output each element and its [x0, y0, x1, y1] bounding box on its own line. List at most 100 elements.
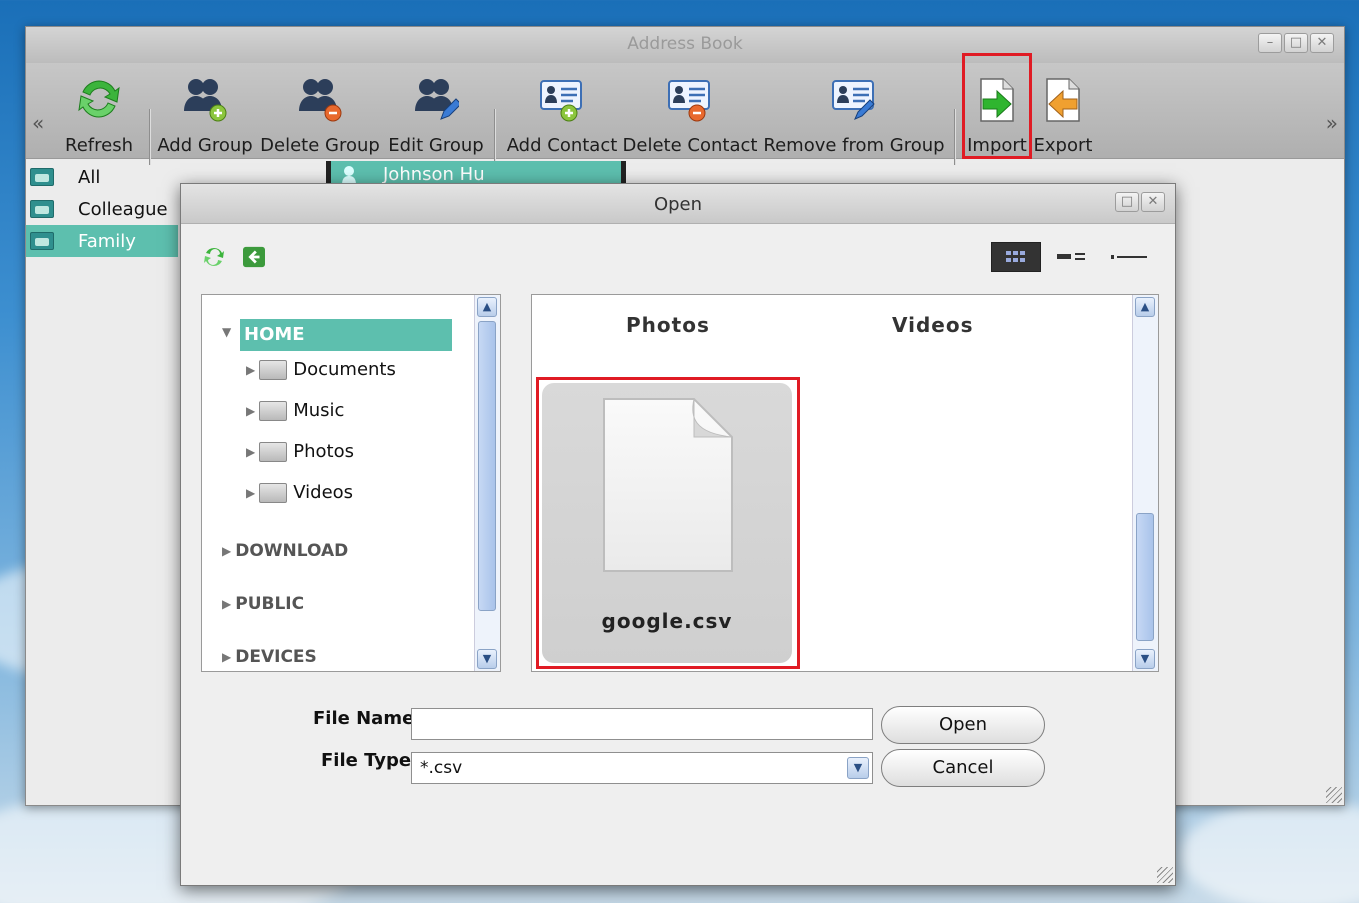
toolbar-label: Refresh [65, 135, 133, 156]
file-name-label: File Name [313, 708, 415, 729]
group-label: Colleague [78, 198, 168, 220]
resize-grip[interactable] [1326, 787, 1342, 803]
close-button[interactable]: ✕ [1141, 192, 1165, 212]
folder-icon [259, 359, 288, 380]
toolbar-label: Remove from Group [763, 135, 945, 156]
add-contact-icon [540, 80, 582, 122]
tree-scrollbar[interactable]: ▲ ▼ [474, 295, 500, 671]
toolbar-divider [494, 109, 495, 165]
toolbar-label: Delete Group [260, 135, 380, 156]
edit-group-icon [415, 79, 459, 120]
tree-item-documents[interactable]: ▶ Documents [246, 359, 396, 380]
chevron-down-icon[interactable]: ▼ [847, 757, 869, 779]
folder-tree: ▼ HOME ▶ Documents ▶ Music ▶ Photos ▶ Videos… [201, 294, 501, 672]
refresh-icon [78, 80, 120, 118]
collapsed-arrow-icon[interactable]: ▶ [222, 597, 231, 611]
maximize-button[interactable]: □ [1284, 33, 1308, 53]
group-list: All Colleague Family [26, 161, 178, 257]
group-label: All [78, 166, 101, 188]
tree-item-label: Photos [293, 441, 354, 462]
folder-item-videos[interactable]: Videos [892, 313, 974, 337]
tree-item-label: DOWNLOAD [235, 541, 349, 561]
tree-item-music[interactable]: ▶ Music [246, 400, 344, 421]
folder-icon [259, 482, 288, 503]
add-contact-button[interactable]: Add Contact [504, 63, 620, 159]
group-folder-icon [30, 168, 54, 186]
tree-item-label: Documents [293, 359, 396, 380]
tree-item-public[interactable]: ▶ PUBLIC [222, 594, 304, 614]
scroll-down-icon[interactable]: ▼ [477, 649, 497, 669]
maximize-button[interactable]: □ [1115, 192, 1139, 212]
remove-from-group-button[interactable]: Remove from Group [762, 63, 946, 159]
grid-view-icon [1006, 251, 1025, 262]
file-scrollbar[interactable]: ▲ ▼ [1132, 295, 1158, 671]
toolbar-divider [954, 109, 955, 165]
tree-item-devices[interactable]: ▶ DEVICES [222, 647, 317, 667]
group-folder-icon [30, 232, 54, 250]
delete-contact-icon [668, 80, 710, 122]
resize-grip[interactable] [1157, 867, 1173, 883]
scroll-right-icon[interactable]: » [1326, 111, 1338, 135]
scroll-up-icon[interactable]: ▲ [1135, 297, 1155, 317]
minimize-button[interactable]: – [1258, 33, 1282, 53]
group-item-colleague[interactable]: Colleague [26, 193, 178, 225]
export-button[interactable]: Export [1030, 63, 1096, 159]
toolbar-label: Delete Contact [622, 135, 758, 156]
group-label: Family [78, 230, 136, 252]
folder-item-photos[interactable]: Photos [626, 313, 710, 337]
collapsed-arrow-icon[interactable]: ▶ [246, 445, 255, 459]
group-folder-icon [30, 200, 54, 218]
list-view-icon[interactable] [1053, 242, 1093, 272]
back-icon[interactable] [243, 246, 265, 268]
folder-icon [259, 400, 288, 421]
remove-from-group-icon [832, 80, 875, 120]
group-item-all[interactable]: All [26, 161, 178, 193]
scrollbar-thumb[interactable] [478, 321, 496, 611]
dialog-title-bar[interactable]: Open □ ✕ [181, 184, 1175, 224]
thumbnail-view-button[interactable] [991, 242, 1041, 272]
add-group-icon [184, 79, 227, 122]
cancel-button[interactable]: Cancel [881, 749, 1045, 787]
group-item-family[interactable]: Family [26, 225, 178, 257]
title-bar[interactable]: Address Book – □ ✕ [26, 27, 1344, 63]
expanded-arrow-icon[interactable]: ▼ [222, 325, 231, 339]
tree-item-label: DEVICES [235, 647, 317, 667]
file-name-input[interactable] [411, 708, 873, 740]
collapsed-arrow-icon[interactable]: ▶ [246, 486, 255, 500]
tree-item-home[interactable]: HOME [240, 319, 452, 351]
scroll-down-icon[interactable]: ▼ [1135, 649, 1155, 669]
tree-item-videos[interactable]: ▶ Videos [246, 482, 353, 503]
cloud [1180, 800, 1359, 903]
collapsed-arrow-icon[interactable]: ▶ [222, 650, 231, 664]
tree-item-label: PUBLIC [235, 594, 305, 614]
tree-item-download[interactable]: ▶ DOWNLOAD [222, 541, 348, 561]
tree-item-photos[interactable]: ▶ Photos [246, 441, 354, 462]
refresh-icon[interactable] [203, 246, 225, 268]
refresh-button[interactable]: Refresh [56, 63, 142, 159]
delete-group-button[interactable]: Delete Group [259, 63, 381, 159]
scrollbar-thumb[interactable] [1136, 513, 1154, 641]
file-type-label: File Type [321, 750, 412, 771]
export-icon [1046, 78, 1080, 122]
file-browser: Photos Videos google.csv ▲ ▼ [531, 294, 1159, 672]
toolbar-label: Add Contact [506, 135, 618, 156]
add-group-button[interactable]: Add Group [156, 63, 254, 159]
scroll-left-icon[interactable]: « [32, 111, 44, 135]
file-type-value: *.csv [420, 758, 463, 778]
open-button[interactable]: Open [881, 706, 1045, 744]
tree-item-label: Music [293, 400, 345, 421]
delete-contact-button[interactable]: Delete Contact [622, 63, 758, 159]
edit-group-button[interactable]: Edit Group [386, 63, 486, 159]
collapsed-arrow-icon[interactable]: ▶ [246, 404, 255, 418]
file-type-select[interactable]: *.csv ▼ [411, 752, 873, 784]
toolbar: « » Refresh Add Group Delete Group Edit … [26, 53, 1344, 165]
file-highlight-box [536, 377, 800, 669]
close-button[interactable]: ✕ [1310, 33, 1334, 53]
contact-name: Johnson Hu [383, 164, 485, 185]
scroll-up-icon[interactable]: ▲ [477, 297, 497, 317]
detail-view-icon[interactable] [1107, 242, 1151, 272]
folder-icon [259, 441, 288, 462]
collapsed-arrow-icon[interactable]: ▶ [222, 544, 231, 558]
toolbar-label: Add Group [157, 135, 253, 156]
collapsed-arrow-icon[interactable]: ▶ [246, 363, 255, 377]
